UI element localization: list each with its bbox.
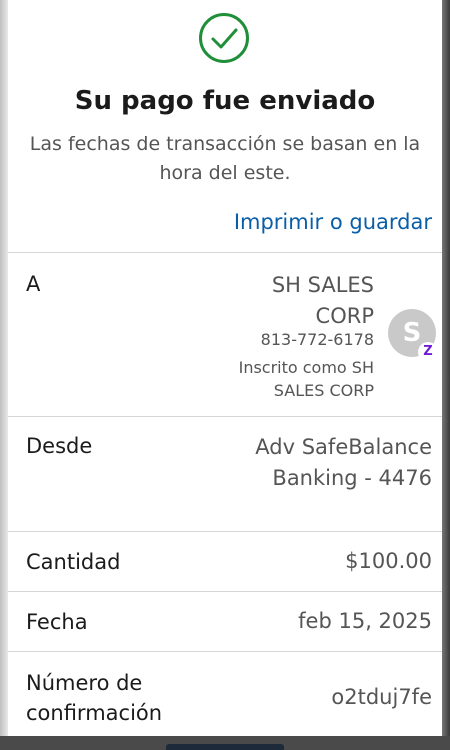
confirmation-label: Número de confirmación bbox=[26, 671, 163, 725]
date-label: Fecha bbox=[26, 610, 88, 634]
left-frame-edge bbox=[0, 0, 8, 750]
to-label: A bbox=[26, 272, 41, 296]
amount-label: Cantidad bbox=[26, 550, 121, 574]
print-or-save-link[interactable]: Imprimir o guardar bbox=[234, 210, 432, 234]
divider bbox=[8, 531, 442, 532]
confirmation-number: o2tduj7fe bbox=[331, 685, 432, 709]
divider bbox=[8, 651, 442, 652]
timezone-note: Las fechas de transacción se basan en la… bbox=[29, 133, 421, 184]
divider bbox=[8, 416, 442, 417]
recipient-enrolled-as: Inscrito como SH SALES CORP bbox=[238, 358, 374, 400]
amount-value: $100.00 bbox=[345, 549, 432, 573]
check-circle-icon bbox=[198, 12, 250, 64]
date-value: feb 15, 2025 bbox=[298, 609, 432, 633]
recipient-name: SH SALES CORP bbox=[271, 273, 374, 328]
from-label: Desde bbox=[26, 434, 93, 458]
payment-confirmation-screen: Su pago fue enviado Las fechas de transa… bbox=[8, 0, 442, 736]
divider bbox=[8, 252, 442, 253]
recipient-phone: 813-772-6178 bbox=[260, 330, 374, 349]
bottom-tab-indicator bbox=[166, 744, 284, 750]
right-frame-edge bbox=[442, 0, 450, 750]
divider bbox=[8, 591, 442, 592]
from-account: Adv SafeBalance Banking - 4476 bbox=[255, 435, 432, 490]
page-title: Su pago fue enviado bbox=[74, 86, 376, 116]
zelle-icon: Z bbox=[418, 342, 438, 362]
